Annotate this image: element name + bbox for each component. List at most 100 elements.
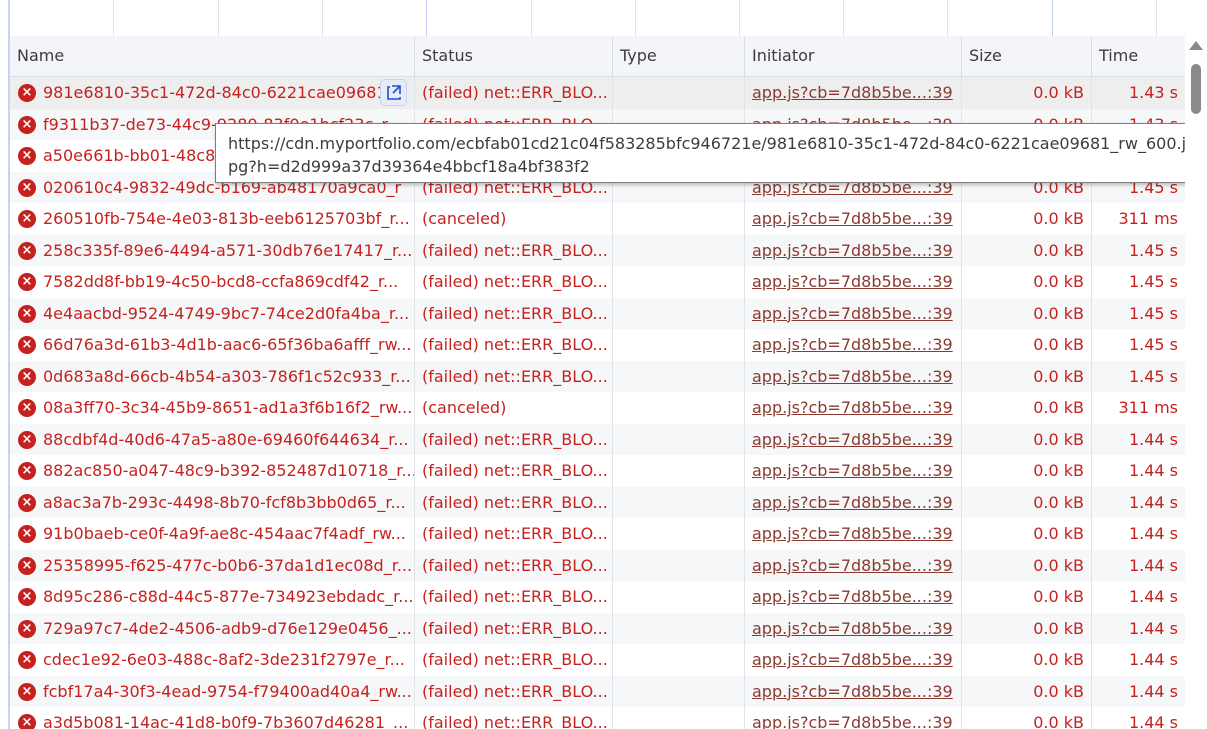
cell-initiator[interactable]: app.js?cb=7d8b5be...:39 [745,518,962,550]
table-row[interactable]: 258c335f-89e6-4494-a571-30db76e17417_r..… [10,234,1185,266]
column-header-status[interactable]: Status [415,36,613,76]
table-row[interactable]: 88cdbf4d-40d6-47a5-a80e-69460f644634_r..… [10,423,1185,455]
table-header: Name Status Type Initiator Size Time [10,36,1185,77]
cell-size: 0.0 kB [962,518,1092,550]
cell-status: (failed) net::ERR_BLO... [415,234,613,266]
error-icon: × [18,619,36,638]
cell-initiator[interactable]: app.js?cb=7d8b5be...:39 [745,644,962,676]
cell-status: (failed) net::ERR_BLO... [415,266,613,298]
table-row[interactable]: 66d76a3d-61b3-4d1b-aac6-65f36ba6afff_rw.… [10,329,1185,361]
timeline-tick [1052,0,1053,36]
cell-type [613,360,745,392]
error-icon: × [18,147,36,165]
cell-size: 0.0 kB [962,329,1092,361]
table-row[interactable]: 91b0baeb-ce0f-4a9f-ae8c-454aac7f4adf_rw.… [10,518,1185,550]
cell-initiator[interactable]: app.js?cb=7d8b5be...:39 [745,234,962,266]
network-panel: Name Status Type Initiator Size Time 981… [0,0,1207,729]
column-header-name[interactable]: Name [10,36,415,76]
column-header-size[interactable]: Size [962,36,1092,76]
error-icon: × [18,367,36,386]
cell-time: 1.45 s [1128,272,1178,291]
error-icon: × [18,714,36,729]
cell-type [613,266,745,298]
scroll-thumb[interactable] [1191,64,1201,114]
table-row[interactable]: 25358995-f625-477c-b0b6-37da1d1ec08d_r..… [10,549,1185,581]
cell-size: 0.0 kB [962,266,1092,298]
table-row[interactable]: 0d683a8d-66cb-4b54-a303-786f1c52c933_r..… [10,360,1185,392]
cell-initiator[interactable]: app.js?cb=7d8b5be...:39 [745,329,962,361]
table-row[interactable]: 4e4aacbd-9524-4749-9bc7-74ce2d0fa4ba_r..… [10,297,1185,329]
error-icon: × [18,430,36,449]
cell-time: 1.45 s [1128,240,1178,260]
cell-time: 1.44 s [1128,461,1178,480]
table-row[interactable]: cdec1e92-6e03-488c-8af2-3de231f2797e_r..… [10,644,1185,676]
scroll-up-arrow-icon[interactable] [1189,41,1203,50]
cell-initiator[interactable]: app.js?cb=7d8b5be...:39 [745,392,962,424]
table-row[interactable]: 08a3ff70-3c34-45b9-8651-ad1a3f6b16f2_rw.… [10,392,1185,424]
cell-time: 1.43 s [1128,83,1178,102]
table-row[interactable]: fcbf17a4-30f3-4ead-9754-f79400ad40a4_rw.… [10,675,1185,707]
cell-name: cdec1e92-6e03-488c-8af2-3de231f2797e_r..… [10,644,415,676]
timeline-tick [426,0,427,36]
table-row[interactable]: 260510fb-754e-4e03-813b-eeb6125703bf_r..… [10,203,1185,235]
cell-type [613,423,745,455]
cell-initiator[interactable]: app.js?cb=7d8b5be...:39 [745,549,962,581]
column-header-type[interactable]: Type [613,36,745,76]
cell-initiator[interactable]: app.js?cb=7d8b5be...:39 [745,423,962,455]
error-icon: × [18,273,36,291]
error-icon: × [18,682,36,701]
error-icon: × [18,115,36,134]
cell-status: (failed) net::ERR_BLO... [415,675,613,707]
table-row[interactable]: a3d5b081-14ac-41d8-b0f9-7b3607d46281_...… [10,707,1185,729]
cell-status: (failed) net::ERR_BLO... [415,707,613,729]
table-row[interactable]: a8ac3a7b-293c-4498-8b70-fcf8b3bb0d65_r..… [10,486,1185,518]
cell-initiator[interactable]: app.js?cb=7d8b5be...:39 [745,360,962,392]
cell-name: 8d95c286-c88d-44c5-877e-734923ebdadc_r..… [10,581,415,613]
cell-size: 0.0 kB [962,455,1092,487]
cell-name: 4e4aacbd-9524-4749-9bc7-74ce2d0fa4ba_r..… [10,297,415,329]
cell-type [613,203,745,235]
cell-size: 0.0 kB [962,234,1092,266]
table-row[interactable]: 8d95c286-c88d-44c5-877e-734923ebdadc_r..… [10,581,1185,613]
timeline-overview[interactable] [10,0,1207,37]
cell-initiator[interactable]: app.js?cb=7d8b5be...:39 [745,455,962,487]
table-row[interactable]: 729a97c7-4de2-4506-adb9-d76e129e0456_...… [10,612,1185,644]
error-icon: × [18,493,36,512]
error-icon: × [18,178,36,197]
cell-initiator[interactable]: app.js?cb=7d8b5be...:39 [745,203,962,235]
column-header-initiator[interactable]: Initiator [745,36,962,76]
cell-initiator[interactable]: app.js?cb=7d8b5be...:39 [745,612,962,644]
timeline-tick [322,0,323,36]
table-row[interactable]: 981e6810-35c1-472d-84c0-6221cae09681_ (fa… [10,77,1185,109]
column-header-time[interactable]: Time [1092,36,1185,76]
cell-initiator[interactable]: app.js?cb=7d8b5be...:39 [745,675,962,707]
table-row[interactable]: 7582dd8f-bb19-4c50-bcd8-ccfa869cdf42_r..… [10,266,1185,298]
error-icon: × [18,336,36,354]
cell-time: 1.44 s [1128,429,1178,449]
cell-initiator[interactable]: app.js?cb=7d8b5be...:39 [745,266,962,298]
table-row[interactable]: 882ac850-a047-48c9-b392-852487d10718_r..… [10,455,1185,487]
cell-name: 7582dd8f-bb19-4c50-bcd8-ccfa869cdf42_r..… [10,266,415,298]
cell-type [613,707,745,729]
cell-name: a3d5b081-14ac-41d8-b0f9-7b3607d46281_... [10,707,415,729]
error-icon: × [18,462,36,480]
timeline-tick [843,0,844,36]
cell-type [613,612,745,644]
error-icon: × [18,525,36,543]
cell-initiator[interactable]: app.js?cb=7d8b5be...:39 [745,486,962,518]
vertical-scrollbar[interactable] [1185,36,1207,729]
error-icon: × [18,84,36,102]
cell-initiator[interactable]: app.js?cb=7d8b5be...:39 [745,581,962,613]
url-tooltip: https://cdn.myportfolio.com/ecbfab01cd21… [215,123,1205,183]
cell-type [613,675,745,707]
error-icon: × [18,241,36,260]
cell-initiator[interactable]: app.js?cb=7d8b5be...:39 [745,77,962,109]
cell-time: 1.45 s [1128,303,1178,323]
open-in-sources-button[interactable] [380,79,407,106]
cell-initiator[interactable]: app.js?cb=7d8b5be...:39 [745,297,962,329]
cell-initiator[interactable]: app.js?cb=7d8b5be...:39 [745,707,962,729]
cell-name: 88cdbf4d-40d6-47a5-a80e-69460f644634_r..… [10,423,415,455]
cell-size: 0.0 kB [962,203,1092,235]
cell-status: (canceled) [415,203,613,235]
cell-size: 0.0 kB [962,77,1092,109]
